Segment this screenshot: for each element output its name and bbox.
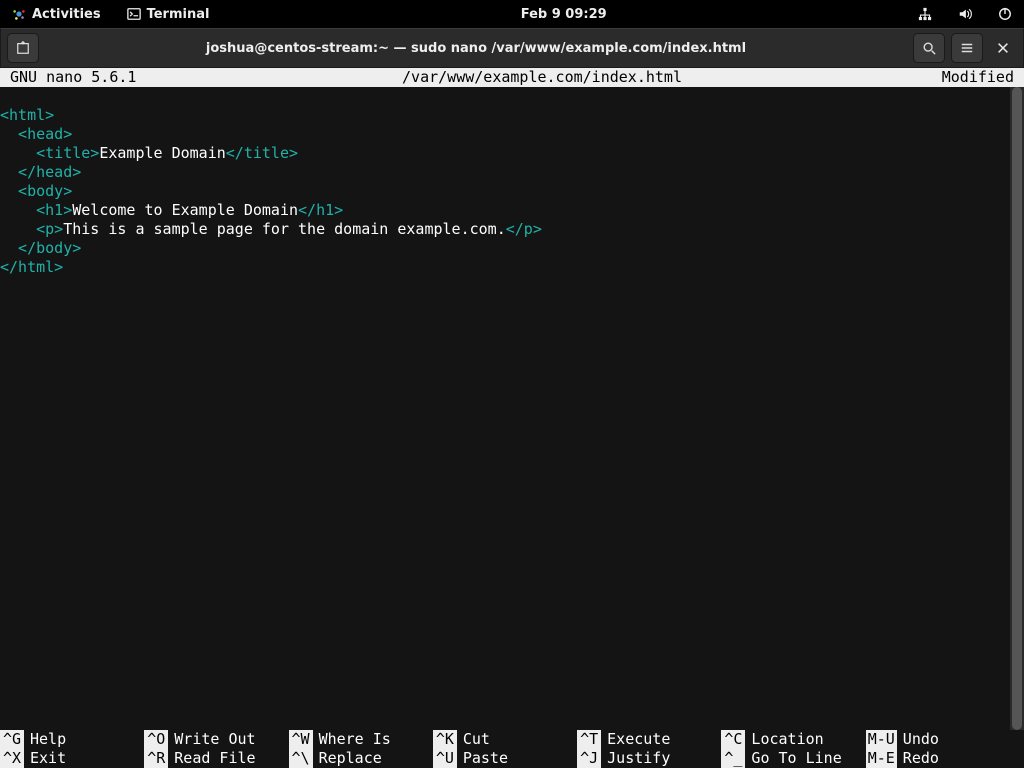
new-tab-icon [16, 41, 30, 55]
code-text: This is a sample page for the domain exa… [63, 220, 506, 238]
search-icon [922, 41, 936, 55]
code-text: Welcome to Example Domain [72, 201, 298, 219]
terminal-headerbar: joshua@centos-stream:~ — sudo nano /var/… [0, 28, 1024, 68]
window-title: joshua@centos-stream:~ — sudo nano /var/… [45, 41, 907, 56]
shortcut-justify[interactable]: ^JJustify [577, 749, 721, 768]
shortcut-location[interactable]: ^CLocation [721, 730, 865, 749]
code-tag: <h1> [0, 201, 72, 219]
shortcut-cut[interactable]: ^KCut [433, 730, 577, 749]
shortcut-writeout[interactable]: ^OWrite Out [144, 730, 288, 749]
shortcut-execute[interactable]: ^TExecute [577, 730, 721, 749]
hamburger-icon [960, 41, 974, 55]
scrollbar[interactable] [1010, 87, 1024, 730]
code-tag: </title> [226, 144, 298, 162]
code-tag: </h1> [298, 201, 343, 219]
code-tag: <title> [0, 144, 99, 162]
shortcut-gotoline[interactable]: ^_Go To Line [721, 749, 865, 768]
code-tag: <html> [0, 106, 54, 124]
shortcut-help[interactable]: ^GHelp [0, 730, 144, 749]
nano-status: Modified [894, 68, 1014, 87]
nano-editor[interactable]: <html> <head> <title>Example Domain</tit… [0, 87, 1024, 277]
nano-shortcut-bar: ^GHelp ^OWrite Out ^WWhere Is ^KCut ^TEx… [0, 730, 1010, 768]
power-status[interactable] [994, 5, 1016, 23]
code-tag: </body> [0, 239, 81, 257]
nano-titlebar: GNU nano 5.6.1 /var/www/example.com/inde… [0, 68, 1024, 87]
gnome-topbar: Activities Terminal Feb 9 09:29 [0, 0, 1024, 28]
nano-filename: /var/www/example.com/index.html [190, 68, 894, 87]
scrollbar-thumb[interactable] [1012, 87, 1022, 730]
code-tag: <head> [0, 125, 72, 143]
terminal-area[interactable]: GNU nano 5.6.1 /var/www/example.com/inde… [0, 68, 1024, 768]
clock[interactable]: Feb 9 09:29 [517, 5, 611, 24]
activities-label: Activities [32, 7, 101, 22]
close-icon [996, 41, 1010, 55]
network-icon [918, 7, 932, 21]
shortcut-paste[interactable]: ^UPaste [433, 749, 577, 768]
power-icon [998, 7, 1012, 21]
activities-button[interactable]: Activities [8, 5, 105, 24]
app-menu-label: Terminal [147, 7, 210, 22]
clock-label: Feb 9 09:29 [521, 7, 607, 22]
menu-button[interactable] [951, 33, 983, 63]
shortcut-readfile[interactable]: ^RRead File [144, 749, 288, 768]
activities-icon [12, 7, 26, 21]
code-tag: <p> [0, 220, 63, 238]
code-tag: </p> [506, 220, 542, 238]
shortcut-undo[interactable]: M-UUndo [866, 730, 1010, 749]
search-button[interactable] [913, 33, 945, 63]
volume-status[interactable] [954, 5, 976, 23]
code-text: Example Domain [99, 144, 225, 162]
code-tag: </html> [0, 258, 63, 276]
volume-icon [958, 7, 972, 21]
shortcut-exit[interactable]: ^XExit [0, 749, 144, 768]
code-tag: </head> [0, 163, 81, 181]
shortcut-replace[interactable]: ^\Replace [289, 749, 433, 768]
app-menu[interactable]: Terminal [123, 5, 214, 24]
close-button[interactable] [989, 34, 1017, 62]
shortcut-redo[interactable]: M-ERedo [866, 749, 1010, 768]
shortcut-whereis[interactable]: ^WWhere Is [289, 730, 433, 749]
new-tab-button[interactable] [7, 33, 39, 63]
nano-version: GNU nano 5.6.1 [10, 68, 190, 87]
network-status[interactable] [914, 5, 936, 23]
terminal-icon [127, 7, 141, 21]
code-tag: <body> [0, 182, 72, 200]
